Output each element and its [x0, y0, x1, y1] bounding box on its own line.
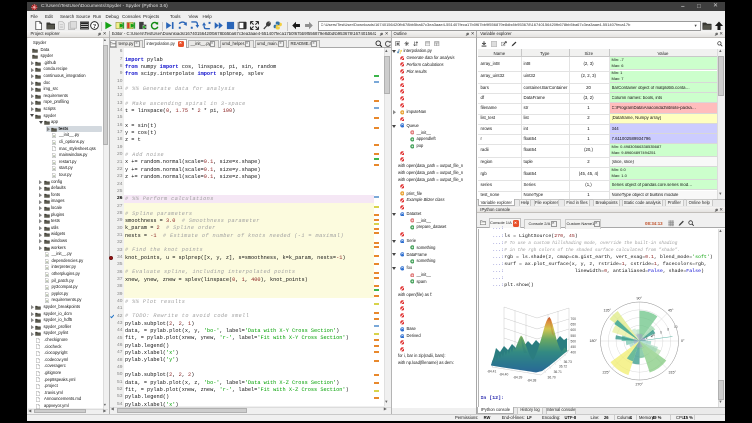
svg-text:8: 8 — [667, 328, 669, 332]
svg-text:270°: 270° — [636, 383, 644, 387]
svg-text:36.72: 36.72 — [559, 365, 567, 369]
svg-text:0°: 0° — [681, 339, 685, 343]
svg-text:600: 600 — [571, 328, 577, 332]
svg-text:-84.41: -84.41 — [487, 370, 497, 374]
svg-text:36.73: 36.73 — [564, 360, 572, 364]
svg-text:4: 4 — [653, 333, 655, 337]
svg-text:135°: 135° — [604, 309, 612, 313]
svg-text:2: 2 — [646, 336, 648, 340]
svg-text:10: 10 — [674, 325, 678, 329]
svg-text:36.70: 36.70 — [548, 375, 556, 379]
svg-text:45°: 45° — [668, 309, 674, 313]
svg-text:-84.39: -84.39 — [513, 376, 523, 380]
svg-text:225°: 225° — [603, 371, 611, 375]
svg-text:-84.38: -84.38 — [527, 379, 537, 383]
svg-text:90°: 90° — [637, 297, 643, 301]
svg-text:550: 550 — [571, 334, 577, 338]
svg-text:450: 450 — [571, 345, 577, 349]
svg-text:-84.40: -84.40 — [499, 373, 509, 377]
svg-text:500: 500 — [571, 339, 577, 343]
svg-text:400: 400 — [571, 351, 577, 355]
svg-text:650: 650 — [571, 323, 577, 327]
svg-text:180°: 180° — [590, 339, 598, 343]
svg-text:315°: 315° — [669, 371, 677, 375]
svg-text:6: 6 — [660, 330, 662, 334]
svg-text:700: 700 — [571, 317, 577, 321]
svg-text:36.71: 36.71 — [554, 370, 562, 374]
svg-text:?: ? — [93, 22, 96, 29]
